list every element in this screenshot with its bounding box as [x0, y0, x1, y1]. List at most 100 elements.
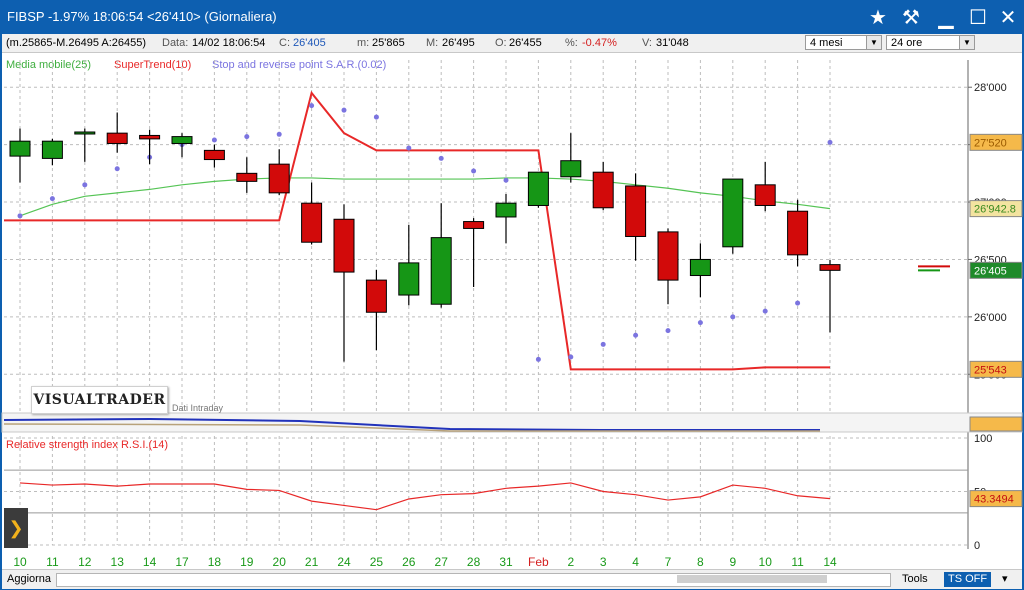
candle-up	[9, 140, 31, 157]
candle-up	[430, 237, 452, 305]
x-tick-label: 27	[435, 555, 449, 569]
x-tick-label: 17	[175, 555, 189, 569]
x-tick-label: 28	[467, 555, 481, 569]
sar-dot	[697, 320, 703, 326]
x-tick-label: 31	[499, 555, 513, 569]
sar-dot	[82, 182, 88, 188]
candle-up	[560, 160, 582, 178]
sar-dot	[373, 114, 379, 120]
candle-up	[527, 171, 549, 206]
price-tick-label: 26'000	[974, 312, 1007, 324]
sar-dot	[406, 145, 412, 151]
ma-line	[19, 177, 831, 217]
sar-dot	[503, 177, 509, 183]
x-tick-label: 8	[697, 555, 704, 569]
statusbar-menu-icon[interactable]: ▾	[1002, 572, 1008, 587]
x-tick-label: 13	[111, 555, 125, 569]
candle-down	[139, 134, 161, 140]
candle-up	[41, 140, 63, 159]
x-tick-label: 26	[402, 555, 416, 569]
candle-down	[106, 132, 128, 144]
x-tick-label: 7	[665, 555, 672, 569]
visualtrader-logo: VISUALTRADER	[31, 386, 168, 414]
intraday-note: Dati Intraday	[172, 403, 224, 413]
chevron-right-icon: ❯	[8, 517, 24, 538]
chart-grid	[1, 60, 1023, 549]
sar-dot	[276, 131, 282, 137]
candle-down	[657, 231, 679, 281]
sar-dot	[17, 213, 23, 219]
tag-ma: 26'942.8	[974, 204, 1016, 216]
rsi-line	[19, 482, 831, 511]
tools-button[interactable]: Tools	[902, 572, 928, 587]
x-tick-label: 14	[143, 555, 157, 569]
sar-dot	[114, 166, 120, 172]
x-tick-label: 18	[208, 555, 222, 569]
ts-off-button[interactable]: TS OFF	[944, 572, 992, 587]
x-tick-label: 25	[370, 555, 384, 569]
sar-dot	[341, 107, 347, 113]
x-tick-label: 20	[273, 555, 287, 569]
x-tick-label: 11	[791, 555, 804, 569]
candle-up	[722, 178, 744, 248]
candle-down	[365, 279, 387, 313]
supertrend-line	[4, 90, 830, 371]
price-tick-label: 28'000	[974, 82, 1007, 94]
sar-dot	[49, 196, 55, 202]
legend-rsi[interactable]: Relative strength index R.S.I.(14)	[6, 439, 168, 451]
scrollbar-thumb[interactable]	[677, 575, 827, 583]
candle-up	[689, 258, 711, 277]
candle-down	[463, 221, 485, 229]
status-bar: Aggiorna Tools TS OFF ▾	[2, 569, 1022, 589]
candle-down	[268, 163, 290, 194]
candle-up	[74, 131, 96, 135]
x-tick-label: 4	[632, 555, 639, 569]
sar-dot	[665, 328, 671, 334]
sar-dot	[568, 354, 574, 360]
candle-down	[333, 218, 355, 273]
x-tick-label: 19	[240, 555, 254, 569]
sar-dot	[471, 168, 477, 174]
candle-down	[754, 184, 776, 206]
sar-dot	[730, 314, 736, 320]
x-tick-label: 21	[305, 555, 319, 569]
candle-up	[495, 202, 517, 218]
tag-last: 26'405	[974, 265, 1007, 277]
volume-tag	[969, 416, 1023, 432]
tag-27520: 27'520	[974, 137, 1007, 149]
sar-dot	[633, 332, 639, 338]
aggiorna-button[interactable]: Aggiorna	[7, 572, 51, 587]
x-tick-label: 3	[600, 555, 607, 569]
candle-down	[819, 264, 841, 271]
tag-rsi: 43.3494	[974, 494, 1014, 506]
sar-dot	[438, 155, 444, 161]
candle-down	[625, 185, 647, 237]
sar-dot	[244, 134, 250, 140]
x-tick-label: 12	[78, 555, 92, 569]
candle-down	[203, 149, 225, 161]
candle-down	[592, 171, 614, 209]
axis-layer: 28'00027'50027'00026'50026'00025'5001005…	[13, 82, 1023, 569]
rsi-tick-label: 100	[974, 433, 992, 445]
rsi-tick-label: 0	[974, 540, 980, 552]
sar-dot	[600, 341, 606, 347]
candle-down	[787, 210, 809, 256]
sar-dot	[211, 137, 217, 143]
x-tick-label: 9	[729, 555, 736, 569]
candle-up	[398, 262, 420, 296]
tag-supertrend: 25'543	[974, 364, 1007, 376]
x-tick-label: 2	[567, 555, 574, 569]
horizontal-scrollbar[interactable]	[56, 573, 891, 587]
candle-down	[236, 172, 258, 182]
price-chart[interactable]: 28'00027'50027'00026'50026'00025'5001005…	[0, 0, 1024, 590]
x-tick-label: 10	[759, 555, 773, 569]
x-tick-label: 24	[337, 555, 351, 569]
x-tick-label: Feb	[528, 555, 549, 569]
sar-dot	[762, 308, 768, 314]
expand-panel-button[interactable]: ❯	[4, 508, 28, 548]
sar-dot	[309, 103, 315, 109]
candle-up	[171, 136, 193, 144]
sar-dot	[795, 300, 801, 306]
x-tick-label: 10	[13, 555, 27, 569]
x-tick-label: 14	[823, 555, 837, 569]
